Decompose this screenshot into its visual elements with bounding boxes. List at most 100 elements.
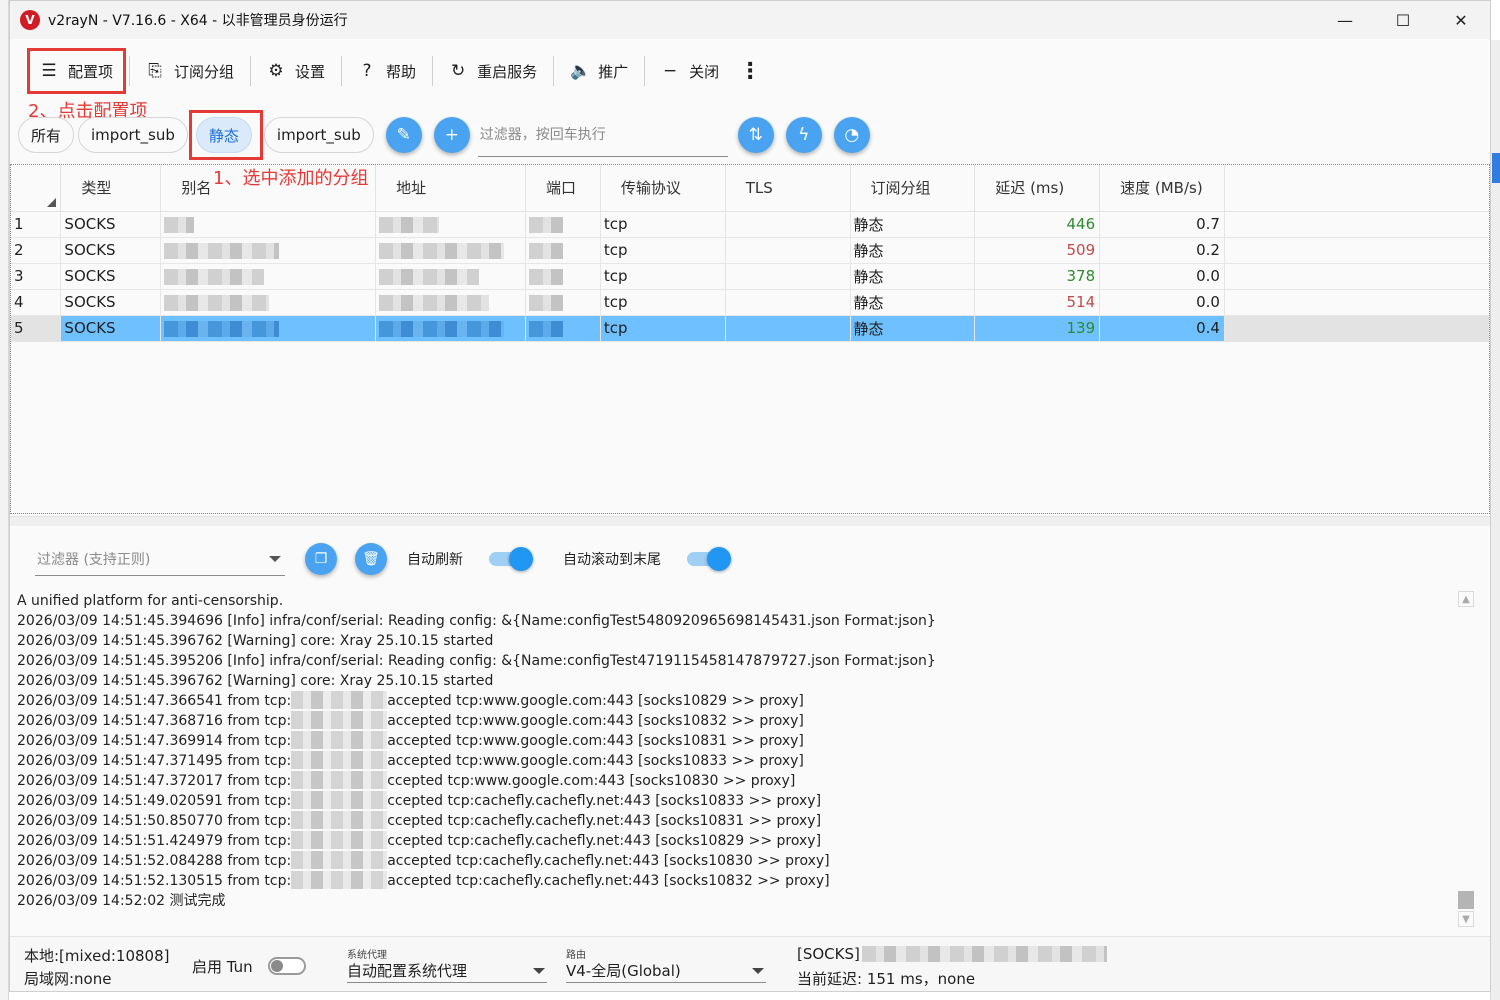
log-line-end: ccepted tcp:cachefly.cachefly.net:443 [s… — [387, 833, 822, 849]
log-line-end: accepted tcp:www.google.com:443 [socks10… — [387, 713, 804, 729]
tab-all[interactable]: 所有 — [18, 117, 75, 153]
column-header-speed[interactable]: 速度 (MB/s) — [1099, 165, 1225, 212]
log-line-start: 2026/03/09 14:51:50.850770 from tcp: — [17, 813, 292, 829]
redacted-client-address — [291, 731, 388, 749]
redacted-client-address — [291, 771, 388, 789]
column-header-type[interactable]: 类型 — [60, 165, 162, 212]
redacted-alias — [164, 268, 265, 285]
column-header-port[interactable]: 端口 — [525, 165, 601, 212]
restart-service-label: 重启服务 — [477, 62, 538, 81]
cell-delay: 139 — [974, 315, 1101, 342]
redacted-port — [529, 320, 564, 337]
servers-menu-button[interactable]: ☰ 配置项 — [26, 48, 127, 94]
redacted-server-address — [861, 946, 1107, 962]
test-delay-button[interactable]: ϟ — [785, 117, 822, 153]
more-options-button[interactable]: ⋮ — [729, 51, 777, 91]
table-row[interactable]: 5 SOCKS tcp 静态 139 0.4 — [11, 315, 1489, 342]
cell-port — [525, 315, 601, 342]
tab-static[interactable]: 静态 — [195, 117, 252, 153]
auto-scroll-toggle[interactable] — [687, 547, 731, 571]
log-line: 2026/03/09 14:51:47.372017 from tcp: ccep… — [17, 771, 1467, 791]
select-all-corner[interactable] — [11, 165, 62, 212]
log-output[interactable]: A unified platform for anti-censorship. 2… — [17, 591, 1467, 916]
log-line: 2026/03/09 14:51:51.424979 from tcp: ccep… — [17, 831, 1467, 851]
settings-menu-button[interactable]: ⚙ 设置 — [257, 51, 335, 91]
speed-test-button[interactable]: ◔ — [833, 117, 870, 153]
log-line-end: ccepted tcp:www.google.com:443 [socks108… — [387, 773, 796, 789]
tab-import-sub-1[interactable]: import_sub — [78, 117, 188, 153]
column-header-delay[interactable]: 延迟 (ms) — [974, 165, 1101, 212]
auto-refresh-toggle[interactable] — [489, 547, 533, 571]
cell-port — [525, 237, 601, 264]
column-header-address[interactable]: 地址 — [375, 165, 527, 212]
log-line-start: 2026/03/09 14:51:49.020591 from tcp: — [17, 793, 292, 809]
toggle-knob — [509, 547, 533, 571]
table-row[interactable]: 4 SOCKS tcp 静态 514 0.0 — [11, 289, 1489, 316]
column-header-tls[interactable]: TLS — [725, 165, 851, 212]
minimize-button[interactable]: — — [1316, 1, 1374, 39]
add-group-button[interactable]: + — [433, 117, 470, 153]
cell-transport: tcp — [600, 237, 726, 264]
cell-type: SOCKS — [60, 211, 162, 238]
maximize-button[interactable]: ☐ — [1374, 1, 1432, 39]
help-icon: ? — [362, 61, 372, 81]
column-header-transport[interactable]: 传输协议 — [600, 165, 726, 212]
sort-button[interactable]: ⇅ — [737, 117, 774, 153]
subscription-menu-button[interactable]: ⎘ 订阅分组 — [136, 51, 244, 91]
restart-service-button[interactable]: ↻ 重启服务 — [439, 51, 547, 91]
redacted-alias — [164, 216, 195, 233]
log-line-end: accepted tcp:cachefly.cachefly.net:443 [… — [387, 873, 830, 889]
system-proxy-select[interactable]: 自动配置系统代理 — [347, 959, 547, 983]
close-window-button[interactable]: ✕ — [1432, 1, 1490, 39]
cell-address — [375, 237, 527, 264]
log-scrollbar[interactable]: ▲ ▼ — [1458, 591, 1474, 931]
routing-select[interactable]: V4-全局(Global) — [566, 959, 766, 983]
annotation-step1: 1、选中添加的分组 — [213, 168, 369, 189]
column-header-subscription[interactable]: 订阅分组 — [850, 165, 976, 212]
cell-type: SOCKS — [60, 263, 162, 290]
cell-tls — [725, 315, 851, 342]
log-line-end: ccepted tcp:cachefly.cachefly.net:443 [s… — [387, 813, 822, 829]
window-controls: — ☐ ✕ — [1316, 1, 1490, 39]
help-menu-button[interactable]: ? 帮助 — [348, 51, 426, 91]
tab-import-sub-2[interactable]: import_sub — [263, 117, 374, 153]
lightning-icon: ϟ — [798, 125, 810, 145]
close-app-button[interactable]: − 关闭 — [651, 51, 729, 91]
tun-label: 启用 Tun — [192, 958, 253, 976]
log-line-start: 2026/03/09 14:52:02 测试完成 — [17, 893, 226, 909]
log-filter-combo[interactable]: 过滤器 (支持正则) — [35, 542, 285, 576]
toggle-knob — [707, 547, 731, 571]
scroll-thumb[interactable] — [1458, 891, 1474, 909]
log-filter-placeholder: 过滤器 (支持正则) — [37, 551, 151, 568]
toolbar-divider — [553, 56, 555, 86]
redacted-address — [379, 242, 505, 259]
redacted-client-address — [291, 871, 388, 889]
table-row[interactable]: 1 SOCKS tcp 静态 446 0.7 — [11, 211, 1489, 238]
cell-transport: tcp — [600, 263, 726, 290]
copy-log-button[interactable]: ❐ — [305, 543, 337, 575]
tun-toggle[interactable] — [268, 957, 306, 975]
scroll-up-icon[interactable]: ▲ — [1458, 591, 1474, 607]
auto-refresh-label: 自动刷新 — [407, 552, 463, 568]
clear-log-button[interactable]: 🗑 — [355, 543, 387, 575]
scroll-down-icon[interactable]: ▼ — [1458, 911, 1474, 927]
cell-subscription-group: 静态 — [850, 289, 976, 316]
panel-splitter[interactable] — [10, 516, 1490, 526]
current-delay-status: 当前延迟: 151 ms，none — [797, 970, 976, 988]
table-row[interactable]: 3 SOCKS tcp 静态 378 0.0 — [11, 263, 1489, 290]
background-window-edge — [1490, 40, 1500, 1000]
copy-icon: ❐ — [314, 551, 328, 567]
promotion-button[interactable]: 🔈 推广 — [560, 51, 638, 91]
background-desktop-strip — [0, 0, 9, 1000]
cell-type: SOCKS — [60, 315, 162, 342]
server-filter-input[interactable] — [477, 113, 728, 157]
redacted-port — [529, 268, 564, 285]
log-line-start: 2026/03/09 14:51:45.395206 [Info] infra/… — [17, 653, 936, 669]
system-proxy-value: 自动配置系统代理 — [347, 962, 468, 980]
redacted-address — [379, 294, 490, 311]
toolbar-divider — [250, 56, 252, 86]
toolbar-divider — [129, 56, 131, 86]
cell-alias — [160, 315, 377, 342]
table-row[interactable]: 2 SOCKS tcp 静态 509 0.2 — [11, 237, 1489, 264]
edit-group-button[interactable]: ✎ — [385, 117, 422, 153]
